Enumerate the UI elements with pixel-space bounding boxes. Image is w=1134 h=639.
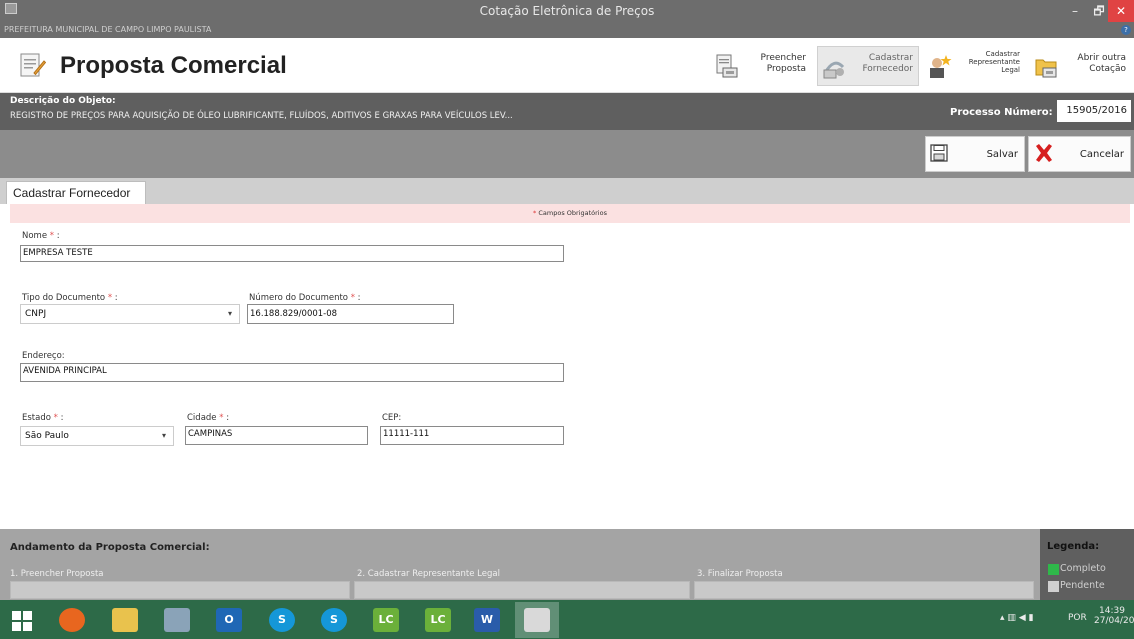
address-field[interactable]: AVENIDA PRINCIPAL xyxy=(20,363,564,382)
skype-icon[interactable]: S xyxy=(312,602,356,638)
system-tray-icons[interactable]: ▴ ▥ ◀ ▮ xyxy=(1000,613,1060,627)
window-titlebar: Cotação Eletrônica de Preços – 🗗 ✕ xyxy=(0,0,1134,24)
cep-field[interactable]: 11111-111 xyxy=(380,426,564,445)
save-button[interactable]: Salvar xyxy=(925,136,1025,172)
supplier-form: * Campos Obrigatórios Nome * : EMPRESA T… xyxy=(0,204,1134,529)
save-label: Salvar xyxy=(986,149,1018,160)
close-x-icon xyxy=(1036,144,1052,162)
document-number-label: Número do Documento * : xyxy=(249,293,361,303)
required-fields-note: * Campos Obrigatórios xyxy=(10,204,1130,223)
description-label: Descrição do Objeto: xyxy=(10,96,116,106)
toolbar-label: Abrir outra Cotação xyxy=(1077,53,1126,74)
address-label: Endereço: xyxy=(22,351,65,361)
chevron-down-icon: ▾ xyxy=(227,309,232,318)
lc-app-icon[interactable]: LC xyxy=(416,602,460,638)
progress-step-bar xyxy=(354,581,690,599)
chevron-up-icon[interactable]: ▴ xyxy=(1000,613,1005,623)
progress-step-bar xyxy=(694,581,1034,599)
document-number-field[interactable]: 16.188.829/0001-08 xyxy=(247,304,454,324)
tab-strip: Cadastrar Fornecedor xyxy=(0,178,1134,204)
outlook-icon[interactable]: O xyxy=(207,602,251,638)
legend-title: Legenda: xyxy=(1047,541,1100,552)
volume-icon[interactable]: ◀ xyxy=(1019,613,1026,623)
windows-start-icon[interactable] xyxy=(0,602,44,638)
action-bar: Salvar Cancelar xyxy=(0,130,1134,178)
progress-step-label: 2. Cadastrar Representante Legal xyxy=(357,569,500,579)
description-text: REGISTRO DE PREÇOS PARA AQUISIÇÃO DE ÓLE… xyxy=(10,111,513,121)
city-label: Cidade * : xyxy=(187,413,230,423)
network-icon[interactable]: ▥ xyxy=(1007,613,1016,623)
progress-step-label: 3. Finalizar Proposta xyxy=(697,569,783,579)
toolbar-label: Preencher Proposta xyxy=(760,53,806,74)
page-header: Proposta Comercial Preencher Proposta Cad… xyxy=(0,38,1134,93)
floppy-disk-icon xyxy=(930,144,948,162)
chevron-down-icon: ▾ xyxy=(161,431,166,440)
skype-icon[interactable]: S xyxy=(260,602,304,638)
cotacao-app-icon[interactable] xyxy=(515,602,559,638)
pending-swatch xyxy=(1048,581,1059,592)
file-explorer-icon[interactable] xyxy=(103,602,147,638)
minimize-button[interactable]: – xyxy=(1062,0,1088,22)
firefox-icon[interactable] xyxy=(50,602,94,638)
document-type-select[interactable]: CNPJ ▾ xyxy=(20,304,240,324)
complete-swatch xyxy=(1048,564,1059,575)
organization-name: PREFEITURA MUNICIPAL DE CAMPO LIMPO PAUL… xyxy=(4,25,212,34)
representative-icon xyxy=(930,55,952,78)
legend-panel: Legenda: Completo Pendente xyxy=(1040,529,1134,600)
toolbar-register-supplier-button[interactable]: Cadastrar Fornecedor xyxy=(817,46,919,86)
process-number-label: Processo Número: xyxy=(950,107,1053,118)
page-title: Proposta Comercial xyxy=(60,52,287,79)
progress-step-bar xyxy=(10,581,350,599)
word-icon[interactable]: W xyxy=(465,602,509,638)
name-field[interactable]: EMPRESA TESTE xyxy=(20,245,564,262)
folder-open-icon xyxy=(1035,59,1057,78)
progress-title: Andamento da Proposta Comercial: xyxy=(10,542,210,553)
lc-app-icon[interactable]: LC xyxy=(364,602,408,638)
document-type-label: Tipo do Documento * : xyxy=(22,293,118,303)
tools-icon[interactable] xyxy=(155,602,199,638)
legend-complete: Completo xyxy=(1048,563,1106,575)
language-indicator[interactable]: POR xyxy=(1068,613,1087,623)
toolbar-fill-proposal-button[interactable]: Preencher Proposta xyxy=(710,46,812,86)
close-button[interactable]: ✕ xyxy=(1108,0,1134,22)
signal-icon[interactable]: ▮ xyxy=(1029,613,1034,623)
proposal-progress-panel: Andamento da Proposta Comercial: 1. Pree… xyxy=(0,529,1134,600)
document-edit-icon xyxy=(716,54,738,78)
cancel-button[interactable]: Cancelar xyxy=(1028,136,1131,172)
progress-step-label: 1. Preencher Proposta xyxy=(10,569,104,579)
toolbar-label: Cadastrar Representante Legal xyxy=(968,50,1020,74)
toolbar-open-other-quote-button[interactable]: Abrir outra Cotação xyxy=(1030,46,1132,86)
help-icon[interactable]: ? xyxy=(1121,25,1131,35)
city-field[interactable]: CAMPINAS xyxy=(185,426,368,445)
cancel-label: Cancelar xyxy=(1079,149,1124,160)
process-number-value: 15905/2016 xyxy=(1057,100,1131,122)
state-select[interactable]: São Paulo ▾ xyxy=(20,426,174,446)
tab-register-supplier[interactable]: Cadastrar Fornecedor xyxy=(6,181,146,204)
cep-label: CEP: xyxy=(382,413,402,423)
windows-taskbar: O S S LC LC W ▴ ▥ ◀ ▮ POR 14:39 27/04/20… xyxy=(0,600,1134,639)
organization-bar: PREFEITURA MUNICIPAL DE CAMPO LIMPO PAUL… xyxy=(0,24,1134,38)
object-description-bar: Descrição do Objeto: REGISTRO DE PREÇOS … xyxy=(0,93,1134,130)
supplier-icon xyxy=(823,61,845,79)
toolbar-label: Cadastrar Fornecedor xyxy=(862,53,913,74)
toolbar-register-representative-button[interactable]: Cadastrar Representante Legal xyxy=(923,46,1026,86)
name-label: Nome * : xyxy=(22,231,60,241)
legend-pending: Pendente xyxy=(1048,580,1105,592)
state-label: Estado * : xyxy=(22,413,64,423)
window-title: Cotação Eletrônica de Preços xyxy=(479,4,655,18)
proposal-document-icon xyxy=(20,53,46,77)
clock[interactable]: 14:39 27/04/2016 xyxy=(1094,606,1134,626)
